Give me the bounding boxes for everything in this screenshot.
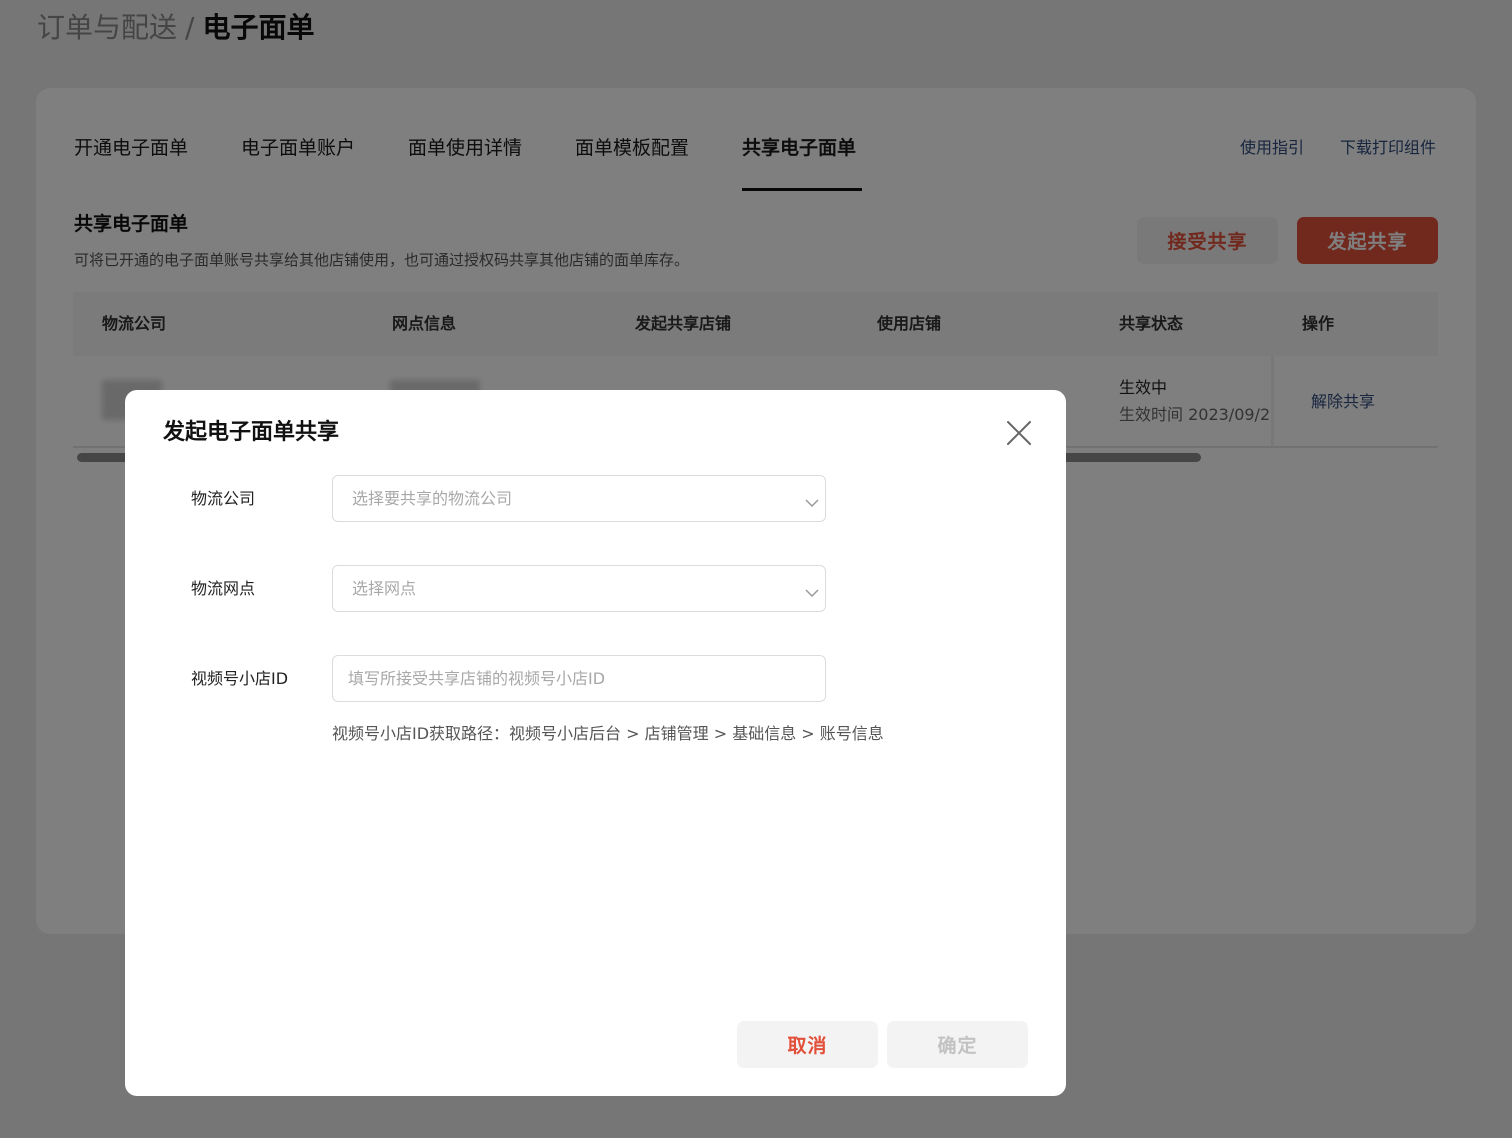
shop-id-input[interactable] — [332, 655, 826, 702]
outlet-label: 物流网点 — [191, 579, 256, 598]
company-label: 物流公司 — [191, 489, 256, 508]
outlet-select-placeholder: 选择网点 — [352, 579, 417, 598]
company-select[interactable]: 选择要共享的物流公司 — [332, 475, 826, 522]
chevron-down-icon — [805, 583, 819, 598]
close-icon[interactable] — [1004, 418, 1034, 448]
cancel-button[interactable]: 取消 — [737, 1021, 878, 1068]
chevron-down-icon — [805, 493, 819, 508]
shop-id-label: 视频号小店ID — [191, 669, 289, 688]
confirm-button[interactable]: 确定 — [887, 1021, 1028, 1068]
outlet-select[interactable]: 选择网点 — [332, 565, 826, 612]
company-select-placeholder: 选择要共享的物流公司 — [352, 489, 513, 508]
dialog-title: 发起电子面单共享 — [163, 420, 340, 445]
shop-id-hint: 视频号小店ID获取路径：视频号小店后台 > 店铺管理 > 基础信息 > 账号信息 — [332, 724, 884, 743]
